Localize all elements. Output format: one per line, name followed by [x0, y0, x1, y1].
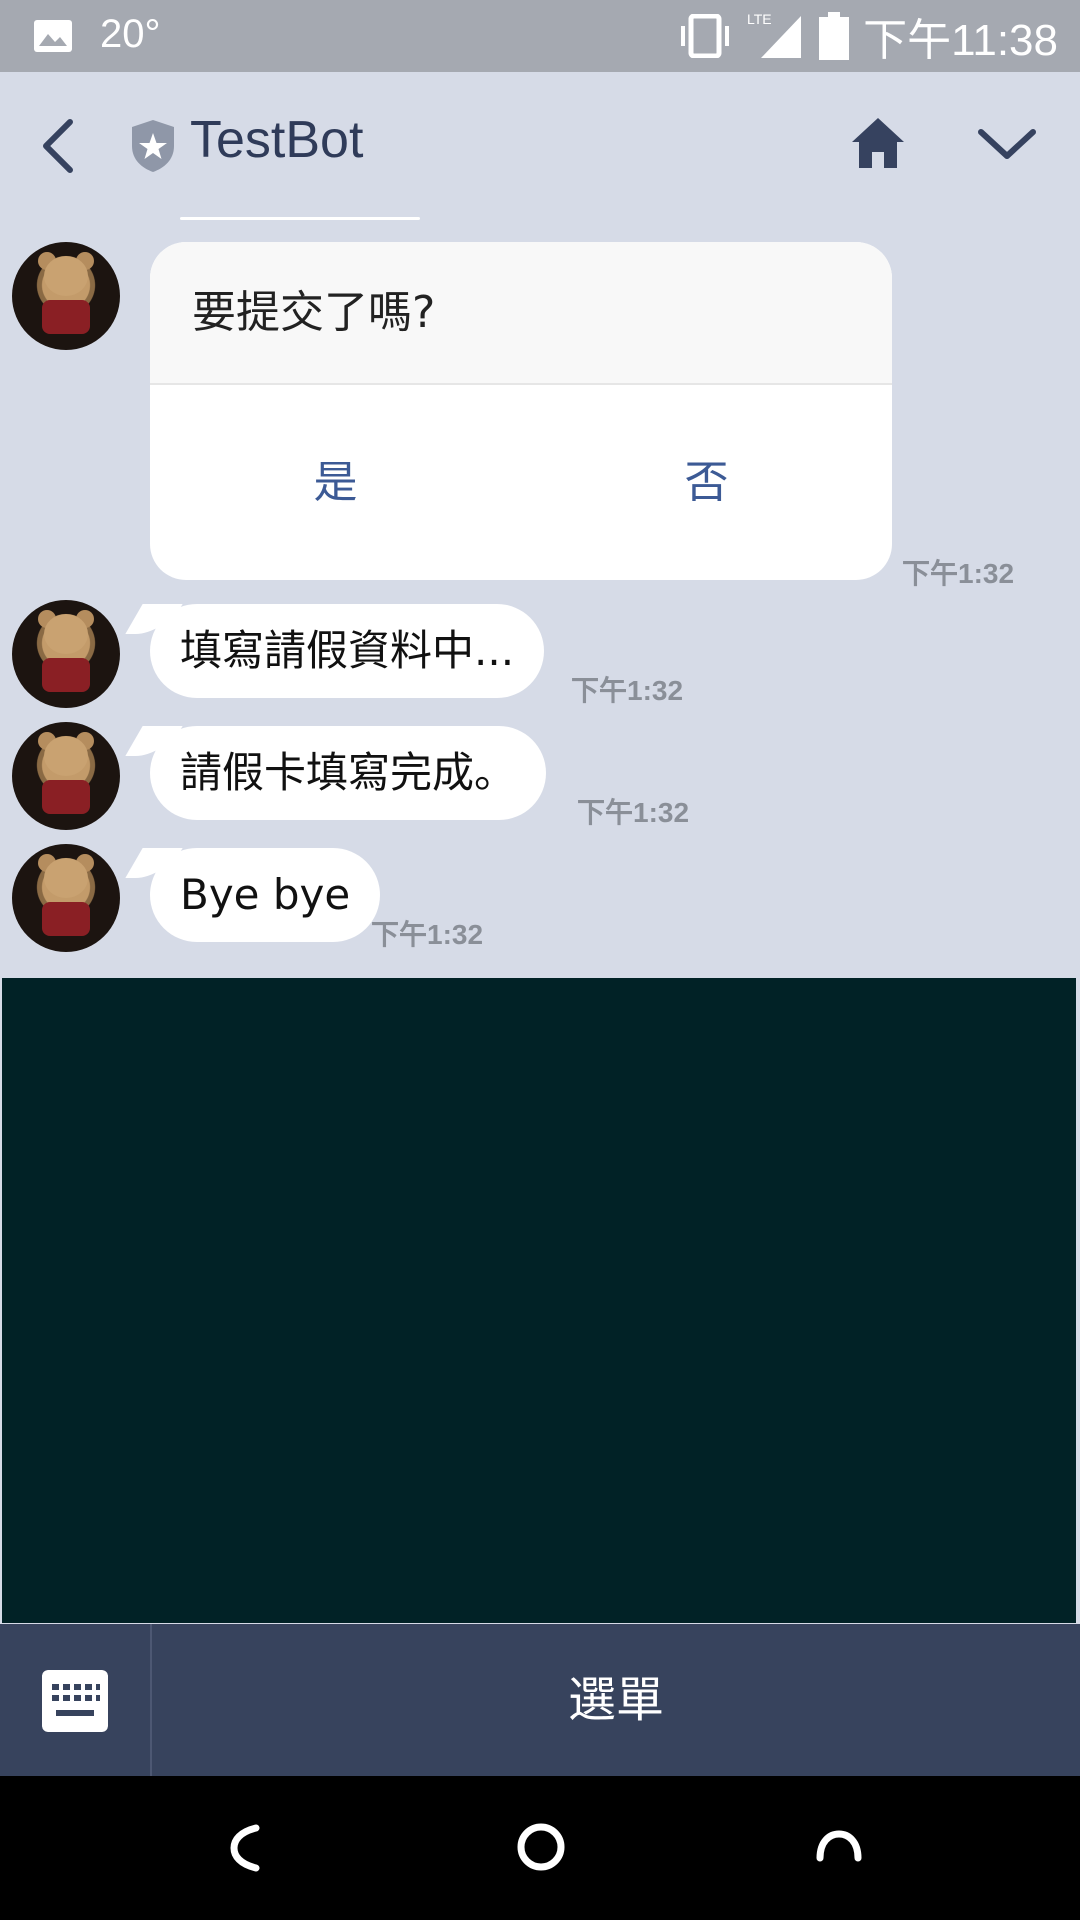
svg-text:LTE: LTE	[747, 11, 772, 27]
nav-back-icon[interactable]	[226, 1824, 266, 1872]
chat-title: TestBot	[190, 111, 364, 169]
message-timestamp: 下午1:32	[371, 919, 484, 950]
nav-home-icon[interactable]	[516, 1822, 566, 1872]
menu-button[interactable]: 選單	[152, 1624, 1080, 1776]
home-icon[interactable]	[850, 114, 906, 170]
image-notification-icon	[34, 20, 72, 52]
battery-icon	[819, 12, 850, 60]
dark-overlay-panel	[2, 978, 1076, 1623]
status-icons: LTE 下午11:38	[677, 8, 1058, 65]
verified-shield-icon	[132, 120, 174, 172]
vibrate-icon	[681, 14, 730, 58]
status-bar: 20° LTE 下午11:38	[0, 0, 1080, 72]
message-bubble: 請假卡填寫完成。	[150, 726, 547, 820]
message-bubble: 填寫請假資料中...	[150, 604, 545, 698]
confirm-question: 要提交了嗎?	[150, 242, 892, 385]
bot-avatar[interactable]	[12, 242, 120, 350]
message-timestamp: 下午1:32	[902, 558, 1015, 589]
back-arrow-icon[interactable]	[36, 116, 80, 176]
system-navigation-bar	[0, 1776, 1080, 1920]
bot-avatar[interactable]	[12, 600, 120, 708]
chat-message-list[interactable]: 要提交了嗎? 是 否 下午1:32 填寫請假資料中... 下午1:32 請假卡填…	[0, 217, 1080, 977]
rich-menu-bar: 選單	[0, 1624, 1080, 1776]
confirm-yes-button[interactable]: 是	[150, 385, 521, 580]
message-timestamp: 下午1:32	[577, 797, 690, 828]
bot-avatar[interactable]	[12, 844, 120, 952]
confirm-no-button[interactable]: 否	[521, 385, 892, 580]
chat-header: TestBot	[0, 72, 1080, 217]
previous-message-edge	[180, 217, 420, 220]
clock: 下午11:38	[863, 16, 1058, 65]
keyboard-toggle-button[interactable]	[0, 1624, 152, 1776]
message-timestamp: 下午1:32	[571, 675, 684, 706]
lte-signal-icon: LTE	[747, 11, 802, 58]
nav-recents-icon[interactable]	[814, 1824, 864, 1864]
message-bubble: Bye bye	[150, 848, 381, 942]
bot-avatar[interactable]	[12, 722, 120, 830]
confirm-card: 要提交了嗎? 是 否	[150, 242, 892, 580]
chevron-down-icon[interactable]	[975, 124, 1039, 164]
temperature-readout: 20°	[100, 12, 161, 56]
keyboard-icon	[42, 1670, 108, 1732]
